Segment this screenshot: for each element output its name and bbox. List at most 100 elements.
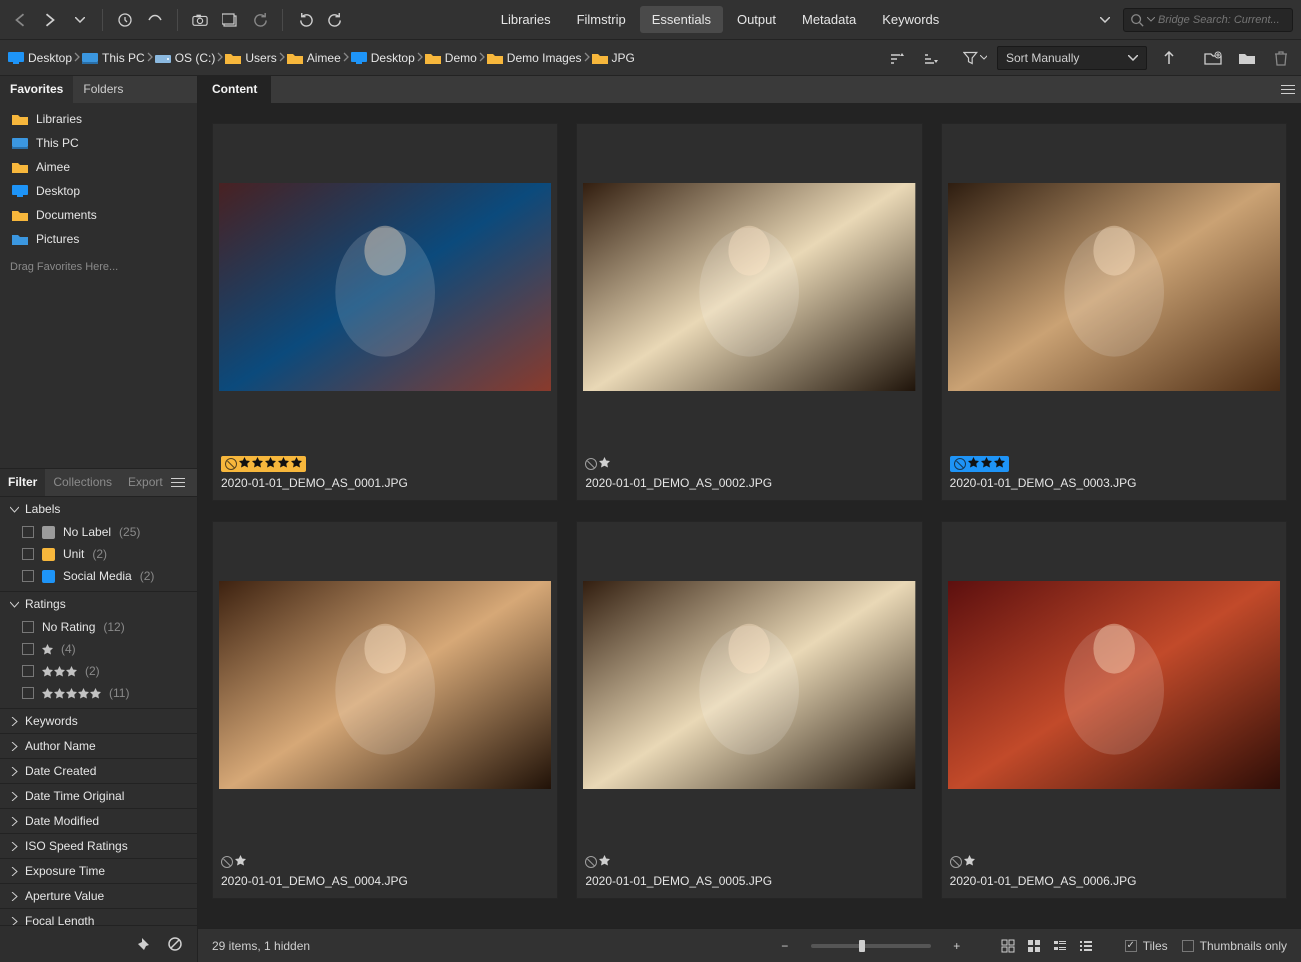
filter-section-header[interactable]: Ratings	[0, 592, 197, 616]
checkbox[interactable]	[22, 570, 34, 582]
filter-section-header[interactable]: Date Modified	[0, 809, 197, 833]
filter-row[interactable]: (11)	[0, 682, 197, 704]
open-in-app-button[interactable]	[218, 8, 242, 32]
tab-content[interactable]: Content	[198, 76, 271, 103]
workspace-tab-output[interactable]: Output	[725, 6, 788, 33]
sort-dropdown[interactable]: Sort Manually	[997, 46, 1147, 70]
view-details-button[interactable]	[1049, 935, 1071, 957]
filter-row[interactable]: Unit (2)	[0, 543, 197, 565]
breadcrumb-item[interactable]: Desktop	[8, 51, 72, 65]
thumbnail-card[interactable]: 2020-01-01_DEMO_AS_0006.JPG	[941, 521, 1287, 899]
favorite-item[interactable]: Desktop	[0, 179, 197, 203]
thumbnail-card[interactable]: 2020-01-01_DEMO_AS_0003.JPG	[941, 123, 1287, 501]
panel-menu-button[interactable]	[1275, 85, 1295, 94]
filter-row[interactable]: (4)	[0, 638, 197, 660]
breadcrumb-item[interactable]: Desktop	[351, 51, 415, 65]
thumbnail-card[interactable]: 2020-01-01_DEMO_AS_0002.JPG	[576, 123, 922, 501]
filter-section-header[interactable]: Date Created	[0, 759, 197, 783]
tiles-checkbox[interactable]: ✓Tiles	[1125, 939, 1168, 953]
recent-button[interactable]	[113, 8, 137, 32]
filter-section-header[interactable]: Author Name	[0, 734, 197, 758]
filter-section: ISO Speed Ratings	[0, 833, 197, 858]
open-folder-button[interactable]	[1235, 46, 1259, 70]
search-box[interactable]	[1123, 8, 1293, 32]
rating-filter-asc-button[interactable]	[885, 46, 909, 70]
favorite-item[interactable]: Pictures	[0, 227, 197, 251]
filter-section-header[interactable]: Labels	[0, 497, 197, 521]
folder-icon	[225, 51, 241, 65]
workspace-tab-metadata[interactable]: Metadata	[790, 6, 868, 33]
checkbox[interactable]	[22, 687, 34, 699]
filter-row[interactable]: Social Media (2)	[0, 565, 197, 587]
thumbnail-card[interactable]: 2020-01-01_DEMO_AS_0005.JPG	[576, 521, 922, 899]
rating-filter-desc-button[interactable]	[919, 46, 943, 70]
filter-row[interactable]: No Rating (12)	[0, 616, 197, 638]
breadcrumb-item[interactable]: Demo	[425, 51, 477, 65]
favorite-item[interactable]: Documents	[0, 203, 197, 227]
checkbox[interactable]	[22, 621, 34, 633]
checkbox[interactable]	[22, 526, 34, 538]
filter-tab-export[interactable]: Export	[120, 469, 171, 496]
panel-menu-button[interactable]	[171, 478, 185, 487]
trash-button[interactable]	[1269, 46, 1293, 70]
view-grid-button[interactable]	[997, 935, 1019, 957]
checkbox[interactable]	[22, 665, 34, 677]
side-tab-favorites[interactable]: Favorites	[0, 76, 73, 103]
search-input[interactable]	[1158, 14, 1286, 26]
clear-filter-button[interactable]	[163, 932, 187, 956]
thumbnail-card[interactable]: 2020-01-01_DEMO_AS_0001.JPG	[212, 123, 558, 501]
checkbox[interactable]	[22, 643, 34, 655]
pin-button[interactable]	[131, 932, 155, 956]
workspace-tab-essentials[interactable]: Essentials	[640, 6, 723, 33]
nav-dropdown-button[interactable]	[68, 8, 92, 32]
star-icon	[265, 457, 276, 471]
breadcrumb-item[interactable]: Aimee	[287, 51, 341, 65]
filter-section: Date Time Original	[0, 783, 197, 808]
filter-section-header[interactable]: Keywords	[0, 709, 197, 733]
breadcrumb-item[interactable]: This PC	[82, 51, 145, 65]
rotate-ccw-button[interactable]	[293, 8, 317, 32]
view-list-button[interactable]	[1075, 935, 1097, 957]
breadcrumb-item[interactable]: JPG	[592, 51, 635, 65]
sort-direction-button[interactable]	[1157, 46, 1181, 70]
filter-tab-collections[interactable]: Collections	[45, 469, 120, 496]
breadcrumb-item[interactable]: Demo Images	[487, 51, 582, 65]
filter-section: Author Name	[0, 733, 197, 758]
zoom-out-button[interactable]: −	[773, 934, 797, 958]
get-photos-button[interactable]	[188, 8, 212, 32]
thumb-size-slider[interactable]	[811, 944, 931, 948]
filter-row[interactable]: (2)	[0, 660, 197, 682]
filter-section-header[interactable]: Date Time Original	[0, 784, 197, 808]
filter-funnel-button[interactable]	[963, 46, 987, 70]
breadcrumb-item[interactable]: OS (C:)	[155, 51, 216, 65]
filter-section-header[interactable]: ISO Speed Ratings	[0, 834, 197, 858]
thumbnails-only-checkbox[interactable]: Thumbnails only	[1182, 939, 1287, 953]
workspace-more-button[interactable]	[1093, 8, 1117, 32]
star-rating	[42, 666, 77, 677]
thumbnail-card[interactable]: 2020-01-01_DEMO_AS_0004.JPG	[212, 521, 558, 899]
new-folder-button[interactable]	[1201, 46, 1225, 70]
workspace-tab-libraries[interactable]: Libraries	[489, 6, 563, 33]
rotate-cw-button[interactable]	[323, 8, 347, 32]
nav-forward-button[interactable]	[38, 8, 62, 32]
nav-back-button[interactable]	[8, 8, 32, 32]
filter-row[interactable]: No Label (25)	[0, 521, 197, 543]
favorite-item[interactable]: Libraries	[0, 107, 197, 131]
view-grid-large-button[interactable]	[1023, 935, 1045, 957]
chevron-down-icon	[10, 505, 19, 514]
filter-section-header[interactable]: Exposure Time	[0, 859, 197, 883]
side-tab-folders[interactable]: Folders	[73, 76, 133, 103]
filter-tab-filter[interactable]: Filter	[0, 469, 45, 496]
favorite-item[interactable]: This PC	[0, 131, 197, 155]
refine-button[interactable]	[248, 8, 272, 32]
boomerang-button[interactable]	[143, 8, 167, 32]
filter-section-header[interactable]: Aperture Value	[0, 884, 197, 908]
thumbnail-image	[583, 581, 915, 789]
filter-section-header[interactable]: Focal Length	[0, 909, 197, 925]
zoom-in-button[interactable]: +	[945, 934, 969, 958]
checkbox[interactable]	[22, 548, 34, 560]
favorite-item[interactable]: Aimee	[0, 155, 197, 179]
breadcrumb-item[interactable]: Users	[225, 51, 276, 65]
workspace-tab-keywords[interactable]: Keywords	[870, 6, 951, 33]
workspace-tab-filmstrip[interactable]: Filmstrip	[565, 6, 638, 33]
